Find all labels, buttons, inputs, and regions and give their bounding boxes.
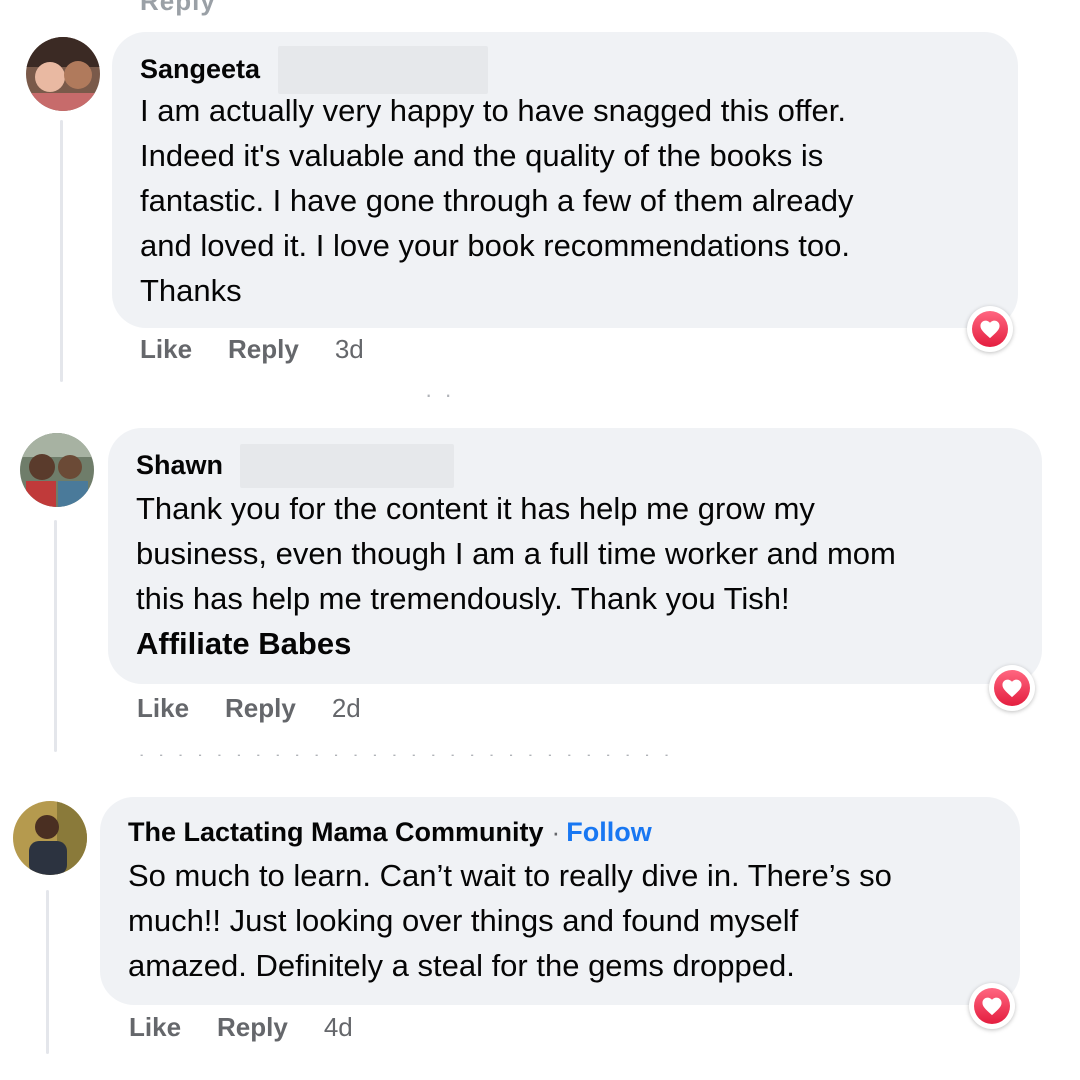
comment-actions: Like Reply 2d bbox=[137, 693, 361, 724]
avatar[interactable] bbox=[13, 801, 87, 875]
comment-author[interactable]: Shawn bbox=[136, 450, 223, 481]
redacted-surname bbox=[278, 46, 488, 94]
comment-bubble: Shawn Thank you for the content it has h… bbox=[108, 428, 1042, 684]
heart-icon bbox=[982, 997, 1002, 1016]
comment-text: So much to learn. Can’t wait to really d… bbox=[128, 858, 892, 983]
comment-author[interactable]: The Lactating Mama Community bbox=[128, 817, 544, 848]
follow-button[interactable]: Follow bbox=[566, 817, 651, 848]
name-separator: · bbox=[551, 817, 561, 847]
reply-button[interactable]: Reply bbox=[228, 334, 299, 365]
reaction-badge[interactable] bbox=[969, 983, 1015, 1029]
reaction-badge[interactable] bbox=[967, 306, 1013, 352]
like-button[interactable]: Like bbox=[137, 693, 189, 724]
redacted-surname bbox=[240, 444, 454, 488]
comment-author[interactable]: Sangeeta bbox=[140, 54, 260, 85]
thread-line bbox=[60, 120, 63, 382]
heart-icon bbox=[980, 320, 1000, 339]
comment-actions: Like Reply 4d bbox=[129, 1012, 353, 1043]
comment-timestamp[interactable]: 3d bbox=[335, 334, 364, 365]
comment-timestamp[interactable]: 2d bbox=[332, 693, 361, 724]
thread-line bbox=[54, 520, 57, 752]
reaction-badge[interactable] bbox=[989, 665, 1035, 711]
comment-text: Thank you for the content it has help me… bbox=[136, 486, 896, 666]
like-button[interactable]: Like bbox=[129, 1012, 181, 1043]
like-button[interactable]: Like bbox=[140, 334, 192, 365]
heart-icon bbox=[1002, 679, 1022, 698]
clipped-reply-link: Reply bbox=[140, 0, 216, 16]
comment-timestamp[interactable]: 4d bbox=[324, 1012, 353, 1043]
reply-button[interactable]: Reply bbox=[217, 1012, 288, 1043]
comment-bubble: Sangeeta I am actually very happy to hav… bbox=[112, 32, 1018, 328]
clipped-text-fragment: · · bbox=[425, 382, 455, 402]
avatar[interactable] bbox=[20, 433, 94, 507]
avatar[interactable] bbox=[26, 37, 100, 111]
comment-text: I am actually very happy to have snagged… bbox=[140, 93, 854, 308]
comment-bubble: The Lactating Mama Community · Follow So… bbox=[100, 797, 1020, 1005]
reply-button[interactable]: Reply bbox=[225, 693, 296, 724]
tagged-page-link[interactable]: Affiliate Babes bbox=[136, 621, 896, 666]
thread-line bbox=[46, 890, 49, 1054]
comment-actions: Like Reply 3d bbox=[140, 334, 364, 365]
clipped-text-fragment: · · · · · · · · · · · · · · · · · · · · … bbox=[138, 742, 674, 756]
